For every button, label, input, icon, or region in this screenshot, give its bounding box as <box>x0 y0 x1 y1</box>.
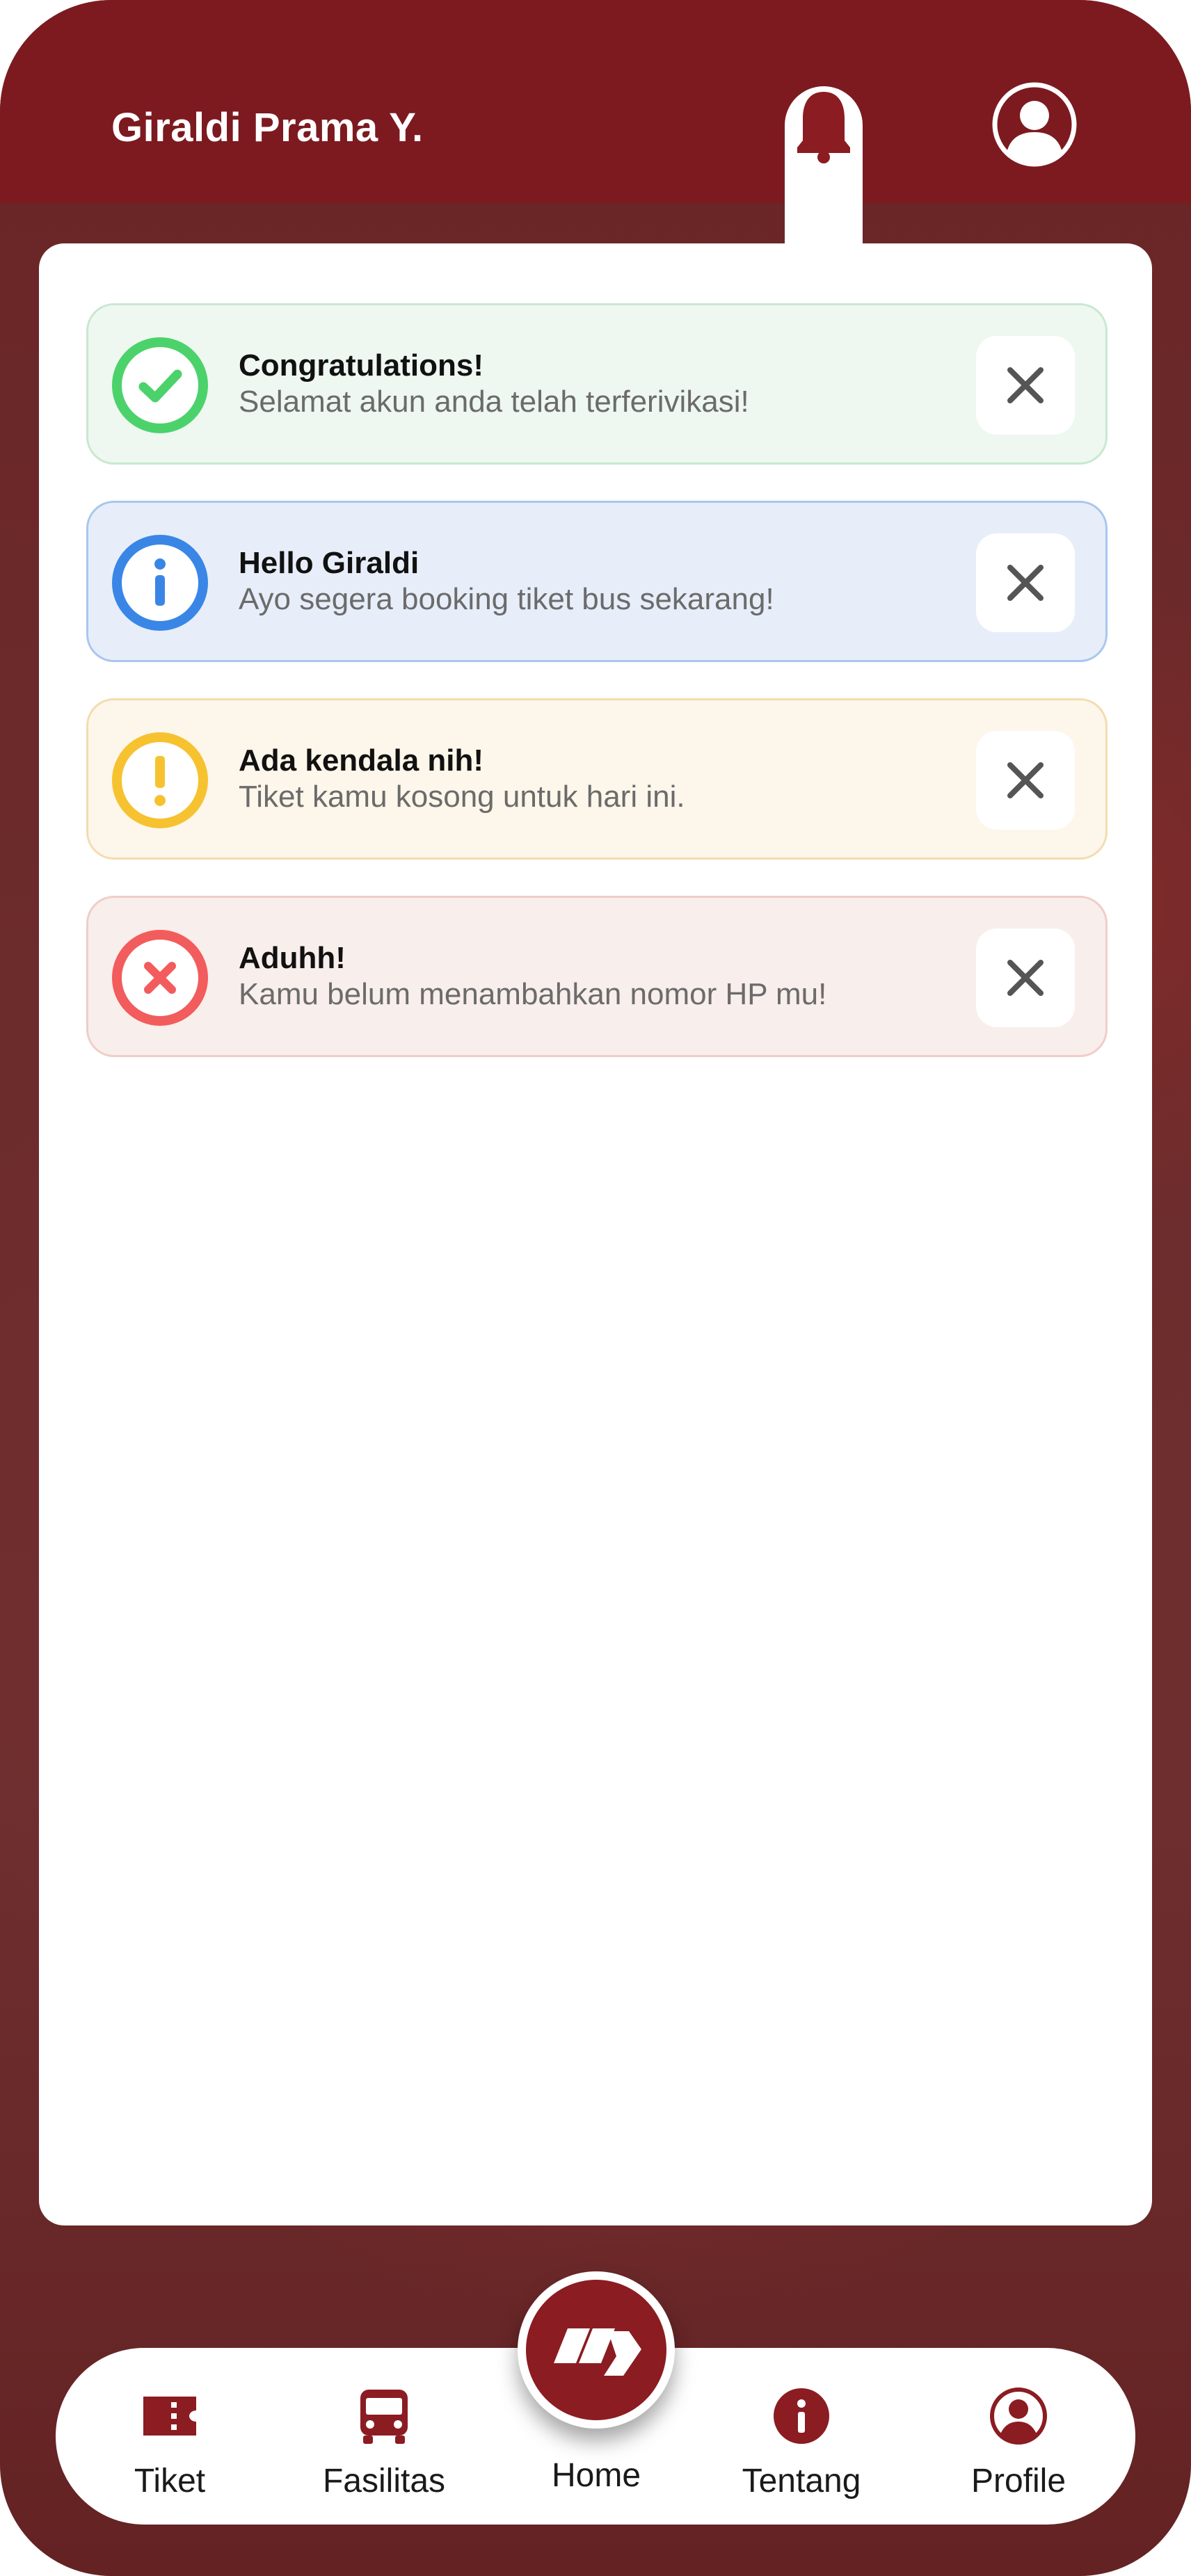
close-icon <box>1007 762 1044 798</box>
notification-message: Selamat akun anda telah terferivikasi! <box>239 385 749 419</box>
close-button[interactable] <box>976 928 1075 1027</box>
notification-success: Congratulations! Selamat akun anda telah… <box>86 303 1108 465</box>
notification-message: Tiket kamu kosong untuk hari ini. <box>239 780 685 814</box>
x-circle-icon <box>112 930 208 1026</box>
close-icon <box>1007 565 1044 601</box>
notification-warning: Ada kendala nih! Tiket kamu kosong untuk… <box>86 698 1108 860</box>
home-logo-icon <box>526 2280 666 2420</box>
notification-title: Aduhh! <box>239 941 346 975</box>
notification-title: Congratulations! <box>239 348 483 383</box>
close-button[interactable] <box>976 336 1075 435</box>
nav-item-profile[interactable]: Profile <box>935 2383 1102 2508</box>
bell-icon[interactable] <box>794 89 853 166</box>
nav-item-tentang[interactable]: Tentang <box>718 2383 885 2508</box>
close-icon <box>1007 960 1044 996</box>
close-button[interactable] <box>976 533 1075 632</box>
check-circle-icon <box>112 337 208 433</box>
notification-message: Kamu belum menambahkan nomor HP mu! <box>239 977 827 1011</box>
nav-label: Tiket <box>134 2463 206 2499</box>
account-icon[interactable] <box>991 81 1078 168</box>
exclamation-circle-icon <box>112 732 208 828</box>
nav-item-fasilitas[interactable]: Fasilitas <box>301 2383 467 2508</box>
home-button[interactable] <box>518 2271 675 2429</box>
info-icon <box>774 2388 829 2444</box>
notification-title: Ada kendala nih! <box>239 743 484 778</box>
notification-title: Hello Giraldi <box>239 546 419 580</box>
info-circle-icon <box>112 535 208 631</box>
nav-label: Fasilitas <box>322 2463 446 2499</box>
nav-label: Tentang <box>742 2463 861 2499</box>
nav-label: Profile <box>970 2463 1066 2499</box>
user-name: Giraldi Prama Y. <box>111 105 424 150</box>
close-button[interactable] <box>976 731 1075 830</box>
notification-error: Aduhh! Kamu belum menambahkan nomor HP m… <box>86 896 1108 1057</box>
notification-message: Ayo segera booking tiket bus sekarang! <box>239 582 774 616</box>
profile-icon <box>990 2388 1047 2445</box>
close-icon <box>1007 367 1044 403</box>
nav-item-tiket[interactable]: Tiket <box>86 2383 253 2508</box>
ticket-icon <box>143 2397 196 2436</box>
app-screen: Giraldi Prama Y. Congratulations! Selama… <box>0 0 1191 2576</box>
bus-icon <box>360 2390 408 2444</box>
notification-info: Hello Giraldi Ayo segera booking tiket b… <box>86 501 1108 662</box>
nav-label-home[interactable]: Home <box>518 2456 675 2495</box>
